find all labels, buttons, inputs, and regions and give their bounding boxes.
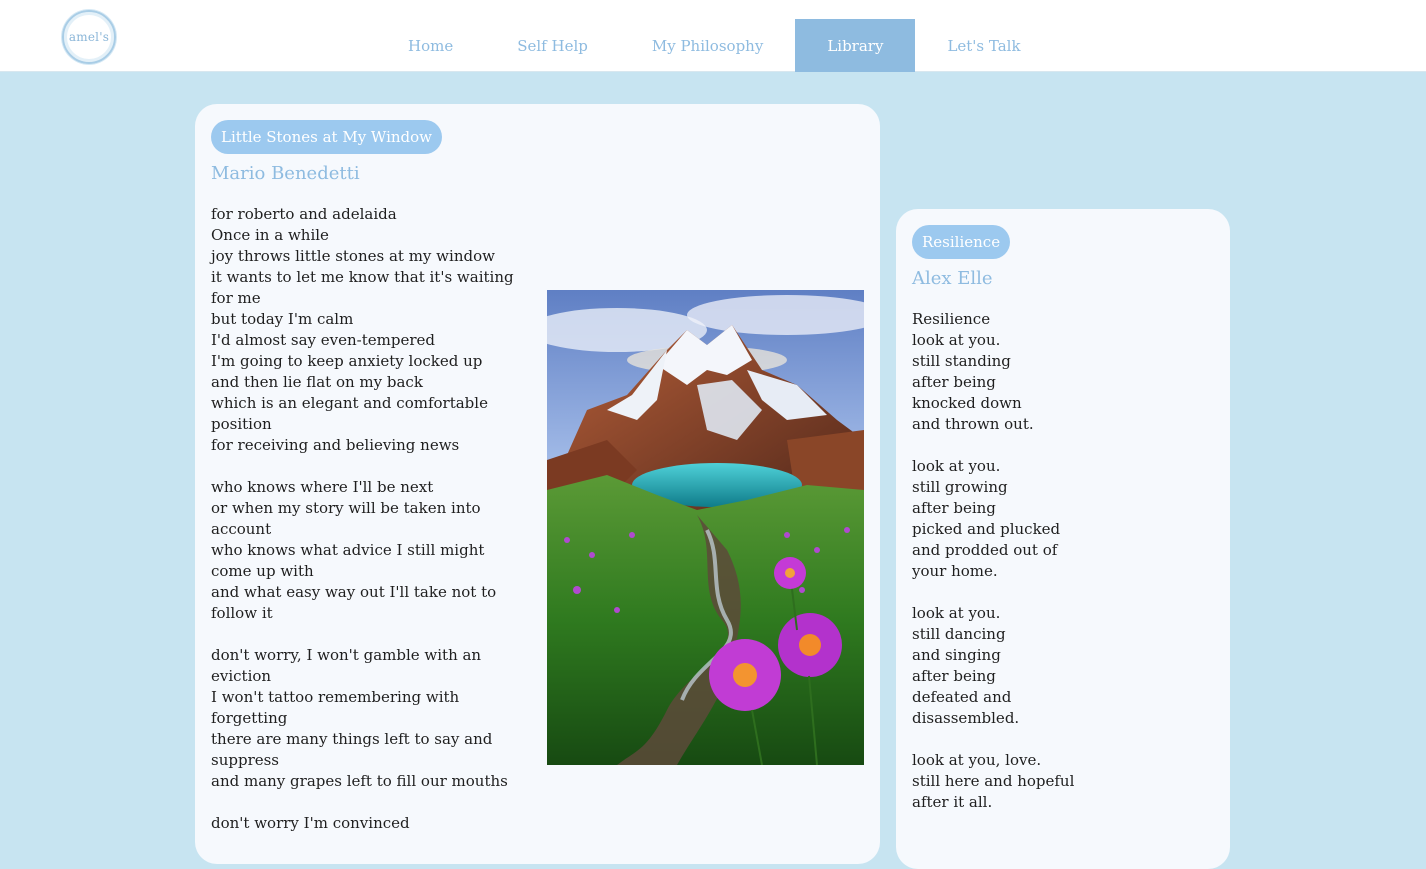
poem-line: and what easy way out I'll take not to f…: [211, 583, 497, 622]
poem-line: which is an elegant and comfortable posi…: [211, 394, 488, 433]
poem-title-badge: Resilience: [912, 225, 1011, 259]
poem-line: still dancing: [912, 625, 1006, 643]
poem-line: picked and plucked: [912, 520, 1061, 538]
poem-line: who knows where I'll be next: [211, 478, 434, 496]
poem-line: disassembled.: [912, 709, 1020, 727]
poem-line: your home.: [912, 562, 998, 580]
poem-line: still standing: [912, 352, 1011, 370]
poem-line: [912, 435, 1212, 456]
site-logo[interactable]: amel's: [62, 10, 116, 64]
nav-item-my-philosophy[interactable]: My Philosophy: [620, 19, 795, 72]
poem-line: [912, 582, 1212, 603]
poem-line: it wants to let me know that it's waitin…: [211, 268, 514, 307]
poem-card-resilience: Resilience Alex Elle Resilience look at y…: [896, 209, 1230, 869]
poem-line: don't worry I'm convinced: [211, 814, 410, 832]
poem-line: I'm going to keep anxiety locked up: [211, 352, 483, 370]
poem-line: [211, 456, 521, 477]
poem-line: look at you, love.: [912, 751, 1042, 769]
poem-author: Alex Elle: [912, 268, 993, 289]
poem-line: I won't tattoo remembering with forgetti…: [211, 688, 460, 727]
poem-line: and many grapes left to fill our mouths: [211, 772, 508, 790]
poem-line: and thrown out.: [912, 415, 1034, 433]
poem-line: [912, 729, 1212, 750]
poem-line: look at you.: [912, 604, 1001, 622]
poem-line: or when my story will be taken into acco…: [211, 499, 481, 538]
poem-line: Resilience: [912, 310, 991, 328]
poem-line: [211, 624, 521, 645]
poem-title-badge: Little Stones at My Window: [211, 120, 443, 154]
poem-line: don't worry, I won't gamble with an evic…: [211, 646, 482, 685]
poem-line: I'd almost say even-tempered: [211, 331, 436, 349]
top-navigation-bar: amel's Home Self Help My Philosophy Libr…: [0, 0, 1426, 72]
poem-line: look at you.: [912, 457, 1001, 475]
poem-line: joy throws little stones at my window: [211, 247, 495, 265]
nav-item-self-help[interactable]: Self Help: [485, 19, 620, 72]
poem-line: who knows what advice I still might come…: [211, 541, 485, 580]
poem-line: Once in a while: [211, 226, 329, 244]
poem-line: defeated and: [912, 688, 1012, 706]
poem-author: Mario Benedetti: [211, 163, 360, 184]
logo-text: amel's: [68, 30, 110, 44]
poem-line: for receiving and believing news: [211, 436, 460, 454]
poem-line: after it all.: [912, 793, 993, 811]
poem-line: [211, 792, 521, 813]
poem-line: after being: [912, 499, 996, 517]
poem-line: still here and hopeful: [912, 772, 1075, 790]
poem-line: after being: [912, 667, 996, 685]
nav-item-library[interactable]: Library: [795, 19, 916, 72]
nav-item-home[interactable]: Home: [376, 19, 485, 72]
poem-line: for roberto and adelaida: [211, 205, 397, 223]
poem-line: still growing: [912, 478, 1008, 496]
poem-line: there are many things left to say and su…: [211, 730, 493, 769]
poem-text: Resilience look at you. still standing afte…: [912, 309, 1212, 813]
poem-line: but today I'm calm: [211, 310, 354, 328]
mountain-landscape-image: [547, 290, 864, 765]
poem-line: and singing: [912, 646, 1001, 664]
poem-line: after being: [912, 373, 996, 391]
poem-line: and then lie flat on my back: [211, 373, 423, 391]
poem-card-little-stones: Little Stones at My Window Mario Benedet…: [195, 104, 880, 864]
poem-line: and prodded out of: [912, 541, 1058, 559]
poem-text: for roberto and adelaida Once in a while j…: [211, 204, 521, 834]
poem-line: knocked down: [912, 394, 1022, 412]
nav-item-lets-talk[interactable]: Let's Talk: [915, 19, 1052, 72]
poem-line: look at you.: [912, 331, 1001, 349]
main-nav: Home Self Help My Philosophy Library Let…: [376, 19, 1053, 72]
